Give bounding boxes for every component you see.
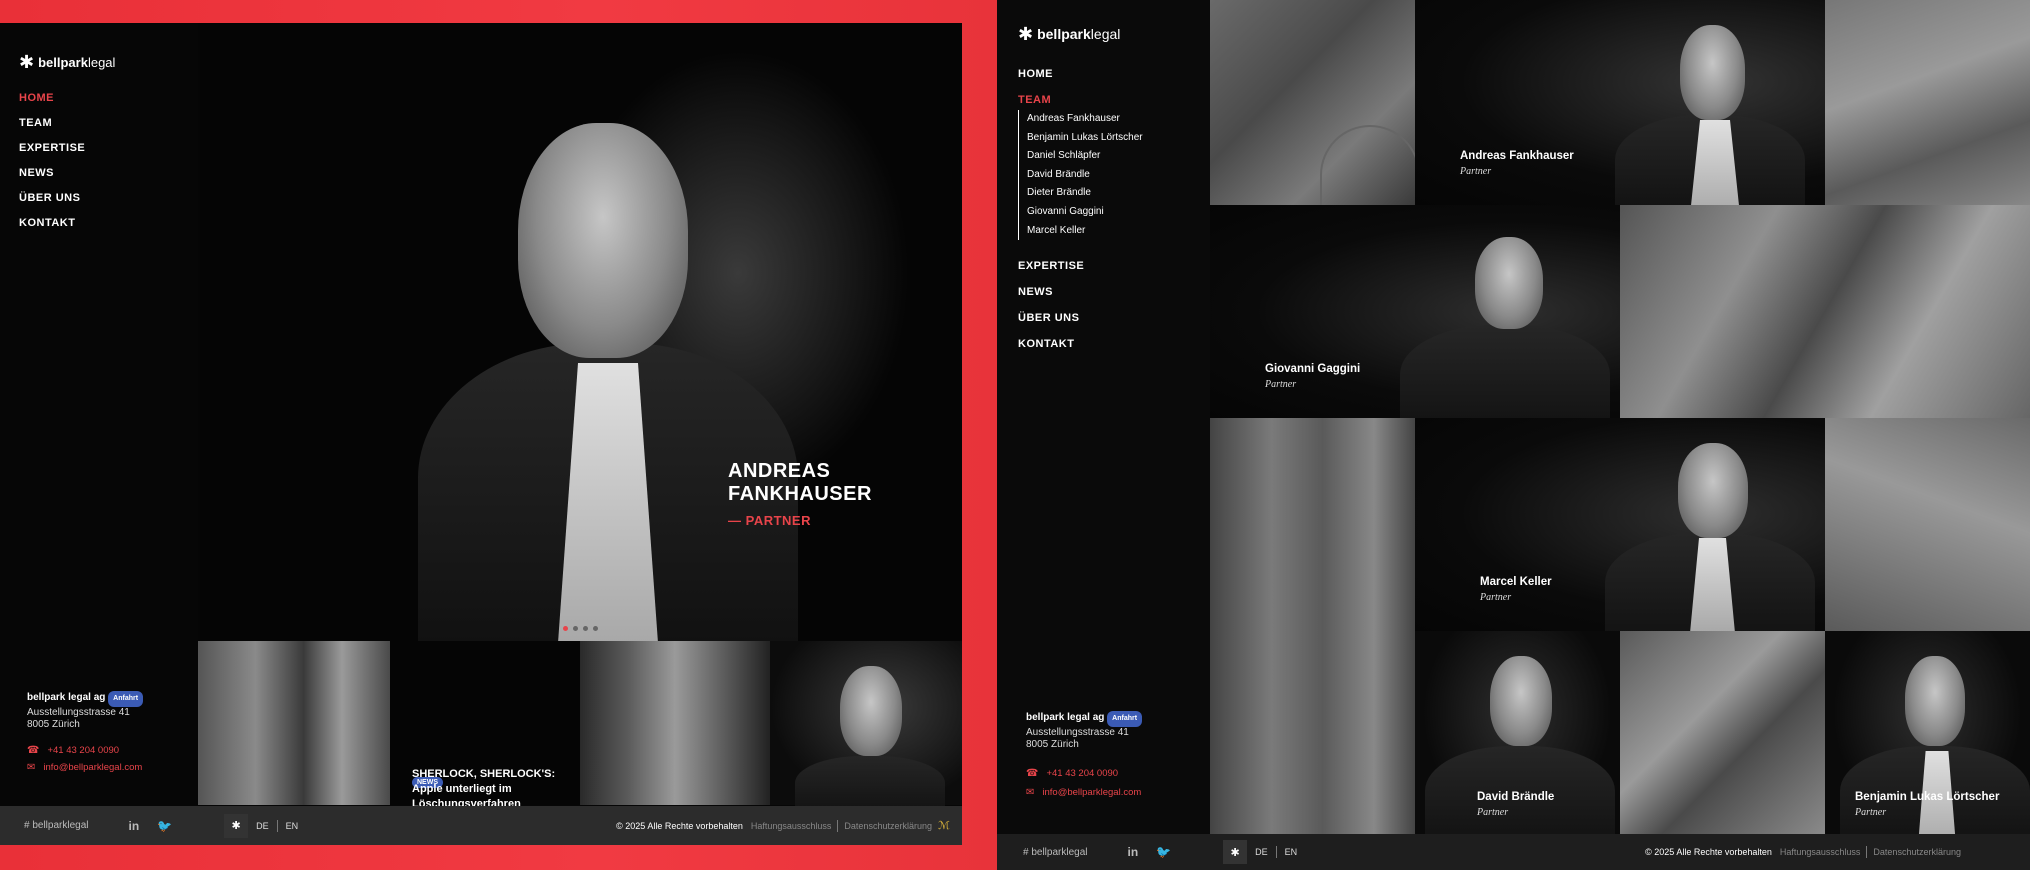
language-icon[interactable]: ✱ <box>1223 840 1248 864</box>
architecture-tile-6 <box>1620 631 1825 834</box>
team-tile-giovanni-gaggini[interactable]: Giovanni Gaggini Partner <box>1210 205 1620 418</box>
twitter-icon[interactable]: 🐦 <box>157 819 172 833</box>
architecture-image-2 <box>580 641 770 805</box>
slider-dots <box>563 626 598 631</box>
brand-logo[interactable]: ✱ bellparklegal <box>19 53 115 71</box>
company-name: bellpark legal ag <box>27 692 106 703</box>
disclaimer-link[interactable]: Haftungsausschluss <box>751 821 832 831</box>
logo-icon: ✱ <box>19 52 35 72</box>
hero-slider[interactable]: ANDREAS FANKHAUSER — PARTNER <box>198 23 962 643</box>
team-submenu: Andreas Fankhauser Benjamin Lukas Lörtsc… <box>1018 110 1143 241</box>
main-nav-right: HOME TEAM <box>1018 68 1053 106</box>
hashtag[interactable]: # bellparklegal <box>1023 847 1088 858</box>
nav-kontakt[interactable]: KONTAKT <box>1018 338 1084 350</box>
nav-team[interactable]: TEAM <box>19 117 85 129</box>
address-block-right: bellpark legal ag Anfahrt Ausstellungsst… <box>1026 711 1143 751</box>
privacy-link[interactable]: Datenschutzerklärung <box>1873 847 1961 857</box>
nav-ueber-uns[interactable]: ÜBER UNS <box>1018 312 1084 324</box>
footer-right: # bellparklegal in 🐦 ✱ DE EN © 2025 Alle… <box>997 834 2030 870</box>
phone-link[interactable]: ☎ +41 43 204 0090 <box>27 745 119 756</box>
twitter-icon[interactable]: 🐦 <box>1156 845 1171 859</box>
mail-icon: ✉ <box>1026 787 1035 798</box>
email-link-right[interactable]: ✉ info@bellparklegal.com <box>1026 787 1141 798</box>
phone-link-right[interactable]: ☎ +41 43 204 0090 <box>1026 768 1118 779</box>
architecture-tile-2 <box>1825 0 2030 205</box>
city: 8005 Zürich <box>27 719 80 730</box>
team-tile-david-braendle[interactable]: David Brändle Partner <box>1415 631 1620 834</box>
nav-ueber-uns[interactable]: ÜBER UNS <box>19 192 85 204</box>
hero-person-role: — PARTNER <box>728 513 811 528</box>
linkedin-icon[interactable]: in <box>1128 845 1139 859</box>
submenu-benjamin-lukas-loertscher[interactable]: Benjamin Lukas Lörtscher <box>1027 129 1143 148</box>
phone-icon: ☎ <box>1026 768 1039 779</box>
nav-team[interactable]: TEAM <box>1018 94 1053 106</box>
nav-home[interactable]: HOME <box>1018 68 1053 80</box>
submenu-marcel-keller[interactable]: Marcel Keller <box>1027 222 1143 241</box>
hashtag[interactable]: # bellparklegal <box>24 820 89 831</box>
copyright: © 2025 Alle Rechte vorbehalten <box>616 820 743 831</box>
nav-expertise[interactable]: EXPERTISE <box>19 142 85 154</box>
lang-en[interactable]: EN <box>286 821 299 831</box>
lang-de[interactable]: DE <box>1255 847 1268 857</box>
copyright: © 2025 Alle Rechte vorbehalten <box>1645 847 1772 857</box>
submenu-dieter-braendle[interactable]: Dieter Brändle <box>1027 184 1143 203</box>
signature-icon: ℳ <box>937 820 950 832</box>
main-nav-right-bottom: EXPERTISE NEWS ÜBER UNS KONTAKT <box>1018 260 1084 350</box>
slider-dot-3[interactable] <box>583 626 588 631</box>
linkedin-icon[interactable]: in <box>129 819 140 833</box>
hero-portrait <box>418 103 798 643</box>
nav-expertise[interactable]: EXPERTISE <box>1018 260 1084 272</box>
street: Ausstellungsstrasse 41 <box>27 707 130 718</box>
submenu-daniel-schlaepfer[interactable]: Daniel Schläpfer <box>1027 147 1143 166</box>
team-tile-benjamin-lukas-loertscher[interactable]: Benjamin Lukas Lörtscher Partner <box>1825 631 2030 834</box>
privacy-link[interactable]: Datenschutzerklärung <box>844 821 932 831</box>
brand-logo-right[interactable]: ✱ bellparklegal <box>1018 25 1120 43</box>
team-thumbnail[interactable] <box>770 641 962 816</box>
email-link[interactable]: ✉ info@bellparklegal.com <box>27 762 142 773</box>
nav-kontakt[interactable]: KONTAKT <box>19 217 85 229</box>
submenu-giovanni-gaggini[interactable]: Giovanni Gaggini <box>1027 203 1143 222</box>
nav-home[interactable]: HOME <box>19 92 85 104</box>
address-block: bellpark legal ag Anfahrt Ausstellungsst… <box>27 691 144 731</box>
architecture-tile-4 <box>1210 418 1415 834</box>
architecture-tile-1 <box>1210 0 1415 205</box>
footer: # bellparklegal in 🐦 ✱ DE EN © 2025 Alle… <box>0 806 962 845</box>
slider-dot-1[interactable] <box>563 626 568 631</box>
slider-dot-2[interactable] <box>573 626 578 631</box>
lang-en[interactable]: EN <box>1285 847 1298 857</box>
language-icon[interactable]: ✱ <box>224 813 249 838</box>
directions-badge[interactable]: Anfahrt <box>108 691 144 707</box>
directions-badge[interactable]: Anfahrt <box>1107 711 1143 727</box>
team-tile-marcel-keller[interactable]: Marcel Keller Partner <box>1415 418 1825 631</box>
nav-news[interactable]: NEWS <box>19 167 85 179</box>
submenu-david-braendle[interactable]: David Brändle <box>1027 166 1143 185</box>
slider-dot-4[interactable] <box>593 626 598 631</box>
architecture-tile-3 <box>1620 205 2030 418</box>
team-tile-andreas-fankhauser[interactable]: Andreas Fankhauser Partner <box>1415 0 1825 205</box>
main-nav: HOME TEAM EXPERTISE NEWS ÜBER UNS KONTAK… <box>19 92 85 229</box>
architecture-tile-5 <box>1825 418 2030 631</box>
left-page: ✱ bellparklegal HOME TEAM EXPERTISE NEWS… <box>0 23 962 845</box>
logo-icon: ✱ <box>1018 24 1034 44</box>
phone-icon: ☎ <box>27 745 40 756</box>
hero-person-name: ANDREAS FANKHAUSER <box>728 460 872 505</box>
architecture-image-1 <box>198 641 390 805</box>
nav-news[interactable]: NEWS <box>1018 286 1084 298</box>
mail-icon: ✉ <box>27 762 36 773</box>
disclaimer-link[interactable]: Haftungsausschluss <box>1780 847 1861 857</box>
submenu-andreas-fankhauser[interactable]: Andreas Fankhauser <box>1027 110 1143 129</box>
lang-de[interactable]: DE <box>256 821 269 831</box>
